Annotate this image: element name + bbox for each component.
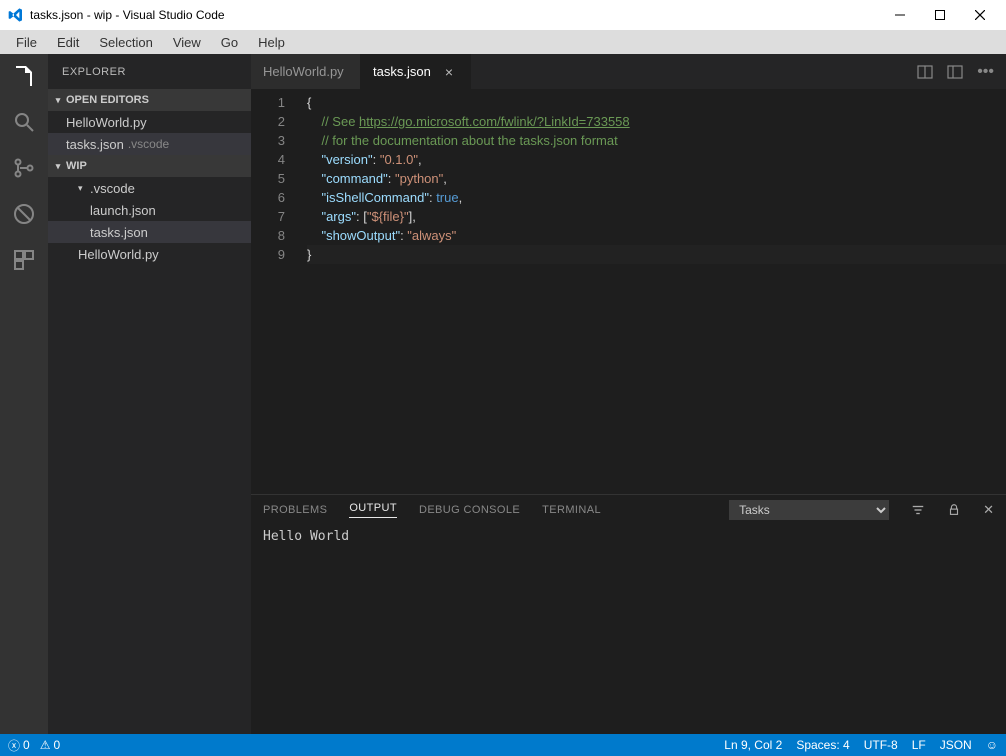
line-numbers: 123456789 xyxy=(251,89,299,494)
editor-body[interactable]: 123456789 { // See https://go.microsoft.… xyxy=(251,89,1006,494)
warning-icon: ⚠ xyxy=(40,738,51,752)
menu-edit[interactable]: Edit xyxy=(47,33,89,52)
close-panel-icon[interactable]: ✕ xyxy=(983,502,994,518)
open-editors-header[interactable]: ▾ OPEN EDITORS xyxy=(48,89,251,111)
tab-label: HelloWorld.py xyxy=(263,64,344,79)
explorer-icon[interactable] xyxy=(10,62,38,90)
panel-tab-problems[interactable]: PROBLEMS xyxy=(263,504,327,516)
file-item[interactable]: HelloWorld.py xyxy=(48,243,251,265)
search-icon[interactable] xyxy=(10,108,38,136)
panel: PROBLEMS OUTPUT DEBUG CONSOLE TERMINAL T… xyxy=(251,494,1006,734)
sidebar-title: EXPLORER xyxy=(48,54,251,89)
status-spaces[interactable]: Spaces: 4 xyxy=(796,738,849,752)
open-editor-desc: .vscode xyxy=(128,137,169,151)
error-icon: ⓧ xyxy=(8,737,20,754)
file-item[interactable]: launch.json xyxy=(48,199,251,221)
status-encoding[interactable]: UTF-8 xyxy=(864,738,898,752)
panel-tab-terminal[interactable]: TERMINAL xyxy=(542,504,601,516)
activity-bar xyxy=(0,54,48,734)
open-editors-label: OPEN EDITORS xyxy=(66,94,149,106)
file-label: launch.json xyxy=(90,203,156,218)
folder-item[interactable]: ▾ .vscode xyxy=(48,177,251,199)
menu-selection[interactable]: Selection xyxy=(89,33,162,52)
menu-help[interactable]: Help xyxy=(248,33,295,52)
code-content[interactable]: { // See https://go.microsoft.com/fwlink… xyxy=(299,89,1006,494)
file-label: tasks.json xyxy=(90,225,148,240)
menu-go[interactable]: Go xyxy=(211,33,248,52)
status-eol[interactable]: LF xyxy=(912,738,926,752)
debug-icon[interactable] xyxy=(10,200,38,228)
filter-icon[interactable] xyxy=(911,503,925,517)
status-errors[interactable]: ⓧ 0 xyxy=(8,737,30,754)
extensions-icon[interactable] xyxy=(10,246,38,274)
panel-tabs: PROBLEMS OUTPUT DEBUG CONSOLE TERMINAL T… xyxy=(251,495,1006,525)
statusbar: ⓧ 0 ⚠ 0 Ln 9, Col 2 Spaces: 4 UTF-8 LF J… xyxy=(0,734,1006,756)
menu-file[interactable]: File xyxy=(6,33,47,52)
minimize-button[interactable] xyxy=(890,5,910,25)
open-editor-item[interactable]: tasks.json .vscode xyxy=(48,133,251,155)
file-label: HelloWorld.py xyxy=(78,247,159,262)
close-button[interactable] xyxy=(970,5,990,25)
layout-icon[interactable] xyxy=(947,64,963,80)
source-control-icon[interactable] xyxy=(10,154,38,182)
editor-area: HelloWorld.py tasks.json × ••• 123456789… xyxy=(251,54,1006,734)
vscode-logo-icon xyxy=(8,7,24,23)
chevron-down-icon: ▾ xyxy=(52,161,64,172)
workspace-header[interactable]: ▾ WIP xyxy=(48,155,251,177)
menubar: File Edit Selection View Go Help xyxy=(0,30,1006,54)
output-channel-select[interactable]: Tasks xyxy=(729,500,889,520)
status-warnings[interactable]: ⚠ 0 xyxy=(40,737,60,754)
panel-output[interactable]: Hello World xyxy=(251,525,1006,734)
status-lncol[interactable]: Ln 9, Col 2 xyxy=(724,738,782,752)
window-title: tasks.json - wip - Visual Studio Code xyxy=(30,8,890,22)
open-editor-label: tasks.json xyxy=(66,137,124,152)
feedback-icon[interactable]: ☺ xyxy=(986,738,998,752)
titlebar: tasks.json - wip - Visual Studio Code xyxy=(0,0,1006,30)
more-icon[interactable]: ••• xyxy=(977,63,994,81)
status-language[interactable]: JSON xyxy=(940,738,972,752)
split-editor-icon[interactable] xyxy=(917,64,933,80)
editor-tab[interactable]: HelloWorld.py xyxy=(251,54,361,89)
folder-label: .vscode xyxy=(90,181,135,196)
editor-tabs: HelloWorld.py tasks.json × ••• xyxy=(251,54,1006,89)
open-editor-item[interactable]: HelloWorld.py xyxy=(48,111,251,133)
chevron-down-icon: ▾ xyxy=(78,183,88,194)
sidebar: EXPLORER ▾ OPEN EDITORS HelloWorld.py ta… xyxy=(48,54,251,734)
lock-icon[interactable] xyxy=(947,503,961,517)
open-editor-label: HelloWorld.py xyxy=(66,115,147,130)
workspace-label: WIP xyxy=(66,160,87,172)
file-item[interactable]: tasks.json xyxy=(48,221,251,243)
chevron-down-icon: ▾ xyxy=(52,95,64,106)
maximize-button[interactable] xyxy=(930,5,950,25)
panel-tab-output[interactable]: OUTPUT xyxy=(349,502,397,518)
close-icon[interactable]: × xyxy=(445,64,453,80)
editor-tab[interactable]: tasks.json × xyxy=(361,54,471,89)
tab-label: tasks.json xyxy=(373,64,431,79)
menu-view[interactable]: View xyxy=(163,33,211,52)
panel-tab-debug-console[interactable]: DEBUG CONSOLE xyxy=(419,504,520,516)
